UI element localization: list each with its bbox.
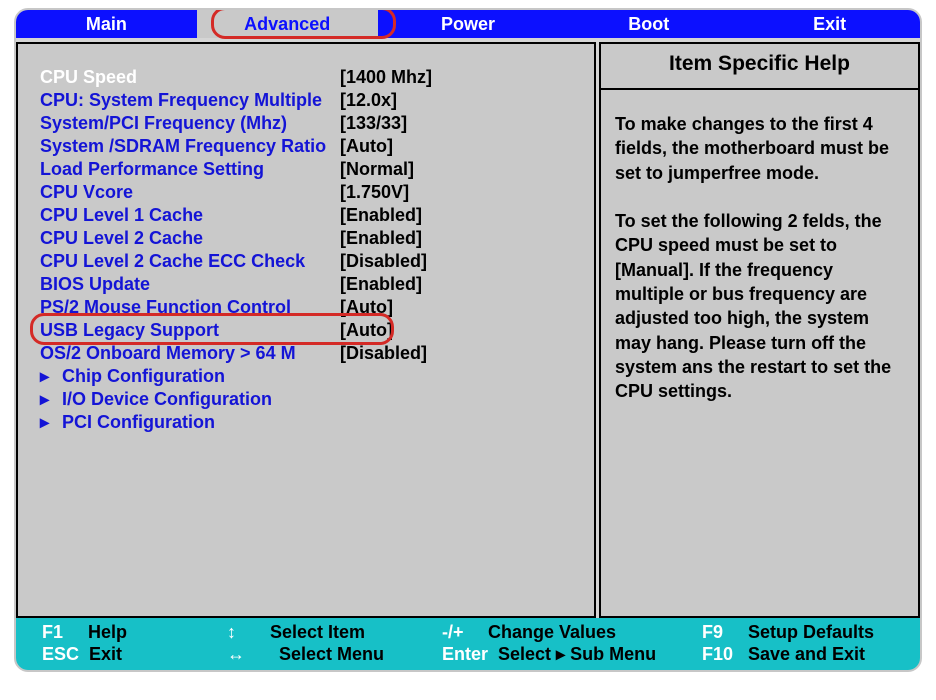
setting-value: Auto xyxy=(340,320,393,341)
tab-bar: MainAdvancedPowerBootExit xyxy=(16,10,920,38)
setting-row[interactable]: ▸Chip Configuration xyxy=(40,365,584,388)
setting-value: Enabled xyxy=(340,274,422,295)
setting-label: CPU Level 1 Cache xyxy=(40,205,340,226)
setting-label: PS/2 Mouse Function Control xyxy=(40,297,340,318)
setting-row[interactable]: CPU: System Frequency Multiple12.0x xyxy=(40,89,584,112)
hint-enter: EnterSelect ▸ Sub Menu xyxy=(442,643,702,665)
setting-label: I/O Device Configuration xyxy=(62,389,362,410)
setting-value: Disabled xyxy=(340,343,427,364)
tab-advanced[interactable]: Advanced xyxy=(197,10,378,38)
setting-label: CPU: System Frequency Multiple xyxy=(40,90,340,111)
setting-value: Enabled xyxy=(340,205,422,226)
setting-value: Disabled xyxy=(340,251,427,272)
setting-row[interactable]: OS/2 Onboard Memory > 64 MDisabled xyxy=(40,342,584,365)
setting-row[interactable]: USB Legacy SupportAuto xyxy=(40,319,584,342)
setting-row[interactable]: CPU Level 2 CacheEnabled xyxy=(40,227,584,250)
setting-row[interactable]: CPU Speed1400 Mhz xyxy=(40,66,584,89)
setting-label: CPU Level 2 Cache xyxy=(40,228,340,249)
setting-row[interactable]: BIOS UpdateEnabled xyxy=(40,273,584,296)
hint-f9: F9Setup Defaults xyxy=(702,621,894,643)
help-text: To make changes to the first 4 fields, t… xyxy=(601,90,918,426)
setting-label: CPU Level 2 Cache ECC Check xyxy=(40,251,340,272)
submenu-triangle-icon: ▸ xyxy=(40,412,62,433)
setting-value: 1.750V xyxy=(340,182,409,203)
setting-value: Auto xyxy=(340,297,393,318)
setting-value: 133/33 xyxy=(340,113,407,134)
setting-row[interactable]: CPU Level 1 CacheEnabled xyxy=(40,204,584,227)
setting-label: OS/2 Onboard Memory > 64 M xyxy=(40,343,340,364)
submenu-triangle-icon: ▸ xyxy=(40,366,62,387)
setting-label: PCI Configuration xyxy=(62,412,362,433)
setting-row[interactable]: ▸I/O Device Configuration xyxy=(40,388,584,411)
settings-pane: CPU Speed1400 MhzCPU: System Frequency M… xyxy=(16,42,596,618)
bios-window: MainAdvancedPowerBootExit CPU Speed1400 … xyxy=(14,8,922,672)
tab-power[interactable]: Power xyxy=(378,10,559,38)
hint-f10: F10Save and Exit xyxy=(702,643,894,665)
footer-hints: F1Help ↕Select Item -/+Change Values F9S… xyxy=(16,618,920,670)
setting-value: Normal xyxy=(340,159,414,180)
setting-row[interactable]: CPU Vcore1.750V xyxy=(40,181,584,204)
hint-plusminus: -/+Change Values xyxy=(442,621,702,643)
tab-boot[interactable]: Boot xyxy=(558,10,739,38)
hint-esc: ESCExit xyxy=(42,643,227,665)
setting-row[interactable]: System /SDRAM Frequency RatioAuto xyxy=(40,135,584,158)
setting-row[interactable]: PS/2 Mouse Function ControlAuto xyxy=(40,296,584,319)
help-pane: Item Specific Help To make changes to th… xyxy=(599,42,920,618)
setting-row[interactable]: ▸PCI Configuration xyxy=(40,411,584,434)
setting-value: 12.0x xyxy=(340,90,397,111)
setting-label: CPU Vcore xyxy=(40,182,340,203)
setting-row[interactable]: System/PCI Frequency (Mhz)133/33 xyxy=(40,112,584,135)
setting-label: Chip Configuration xyxy=(62,366,362,387)
settings-list: CPU Speed1400 MhzCPU: System Frequency M… xyxy=(40,66,584,434)
setting-value: 1400 Mhz xyxy=(340,67,432,88)
setting-label: System /SDRAM Frequency Ratio xyxy=(40,136,340,157)
help-title: Item Specific Help xyxy=(601,44,918,90)
setting-label: BIOS Update xyxy=(40,274,340,295)
setting-label: Load Performance Setting xyxy=(40,159,340,180)
setting-label: System/PCI Frequency (Mhz) xyxy=(40,113,340,134)
setting-row[interactable]: CPU Level 2 Cache ECC CheckDisabled xyxy=(40,250,584,273)
hint-updown: ↕Select Item xyxy=(227,621,442,643)
setting-label: USB Legacy Support xyxy=(40,320,340,341)
tab-exit[interactable]: Exit xyxy=(739,10,920,38)
setting-label: CPU Speed xyxy=(40,67,340,88)
hint-f1: F1Help xyxy=(42,621,227,643)
setting-value: Enabled xyxy=(340,228,422,249)
tab-main[interactable]: Main xyxy=(16,10,197,38)
submenu-triangle-icon: ▸ xyxy=(40,389,62,410)
setting-value: Auto xyxy=(340,136,393,157)
hint-leftright: ↔Select Menu xyxy=(227,643,442,665)
setting-row[interactable]: Load Performance SettingNormal xyxy=(40,158,584,181)
